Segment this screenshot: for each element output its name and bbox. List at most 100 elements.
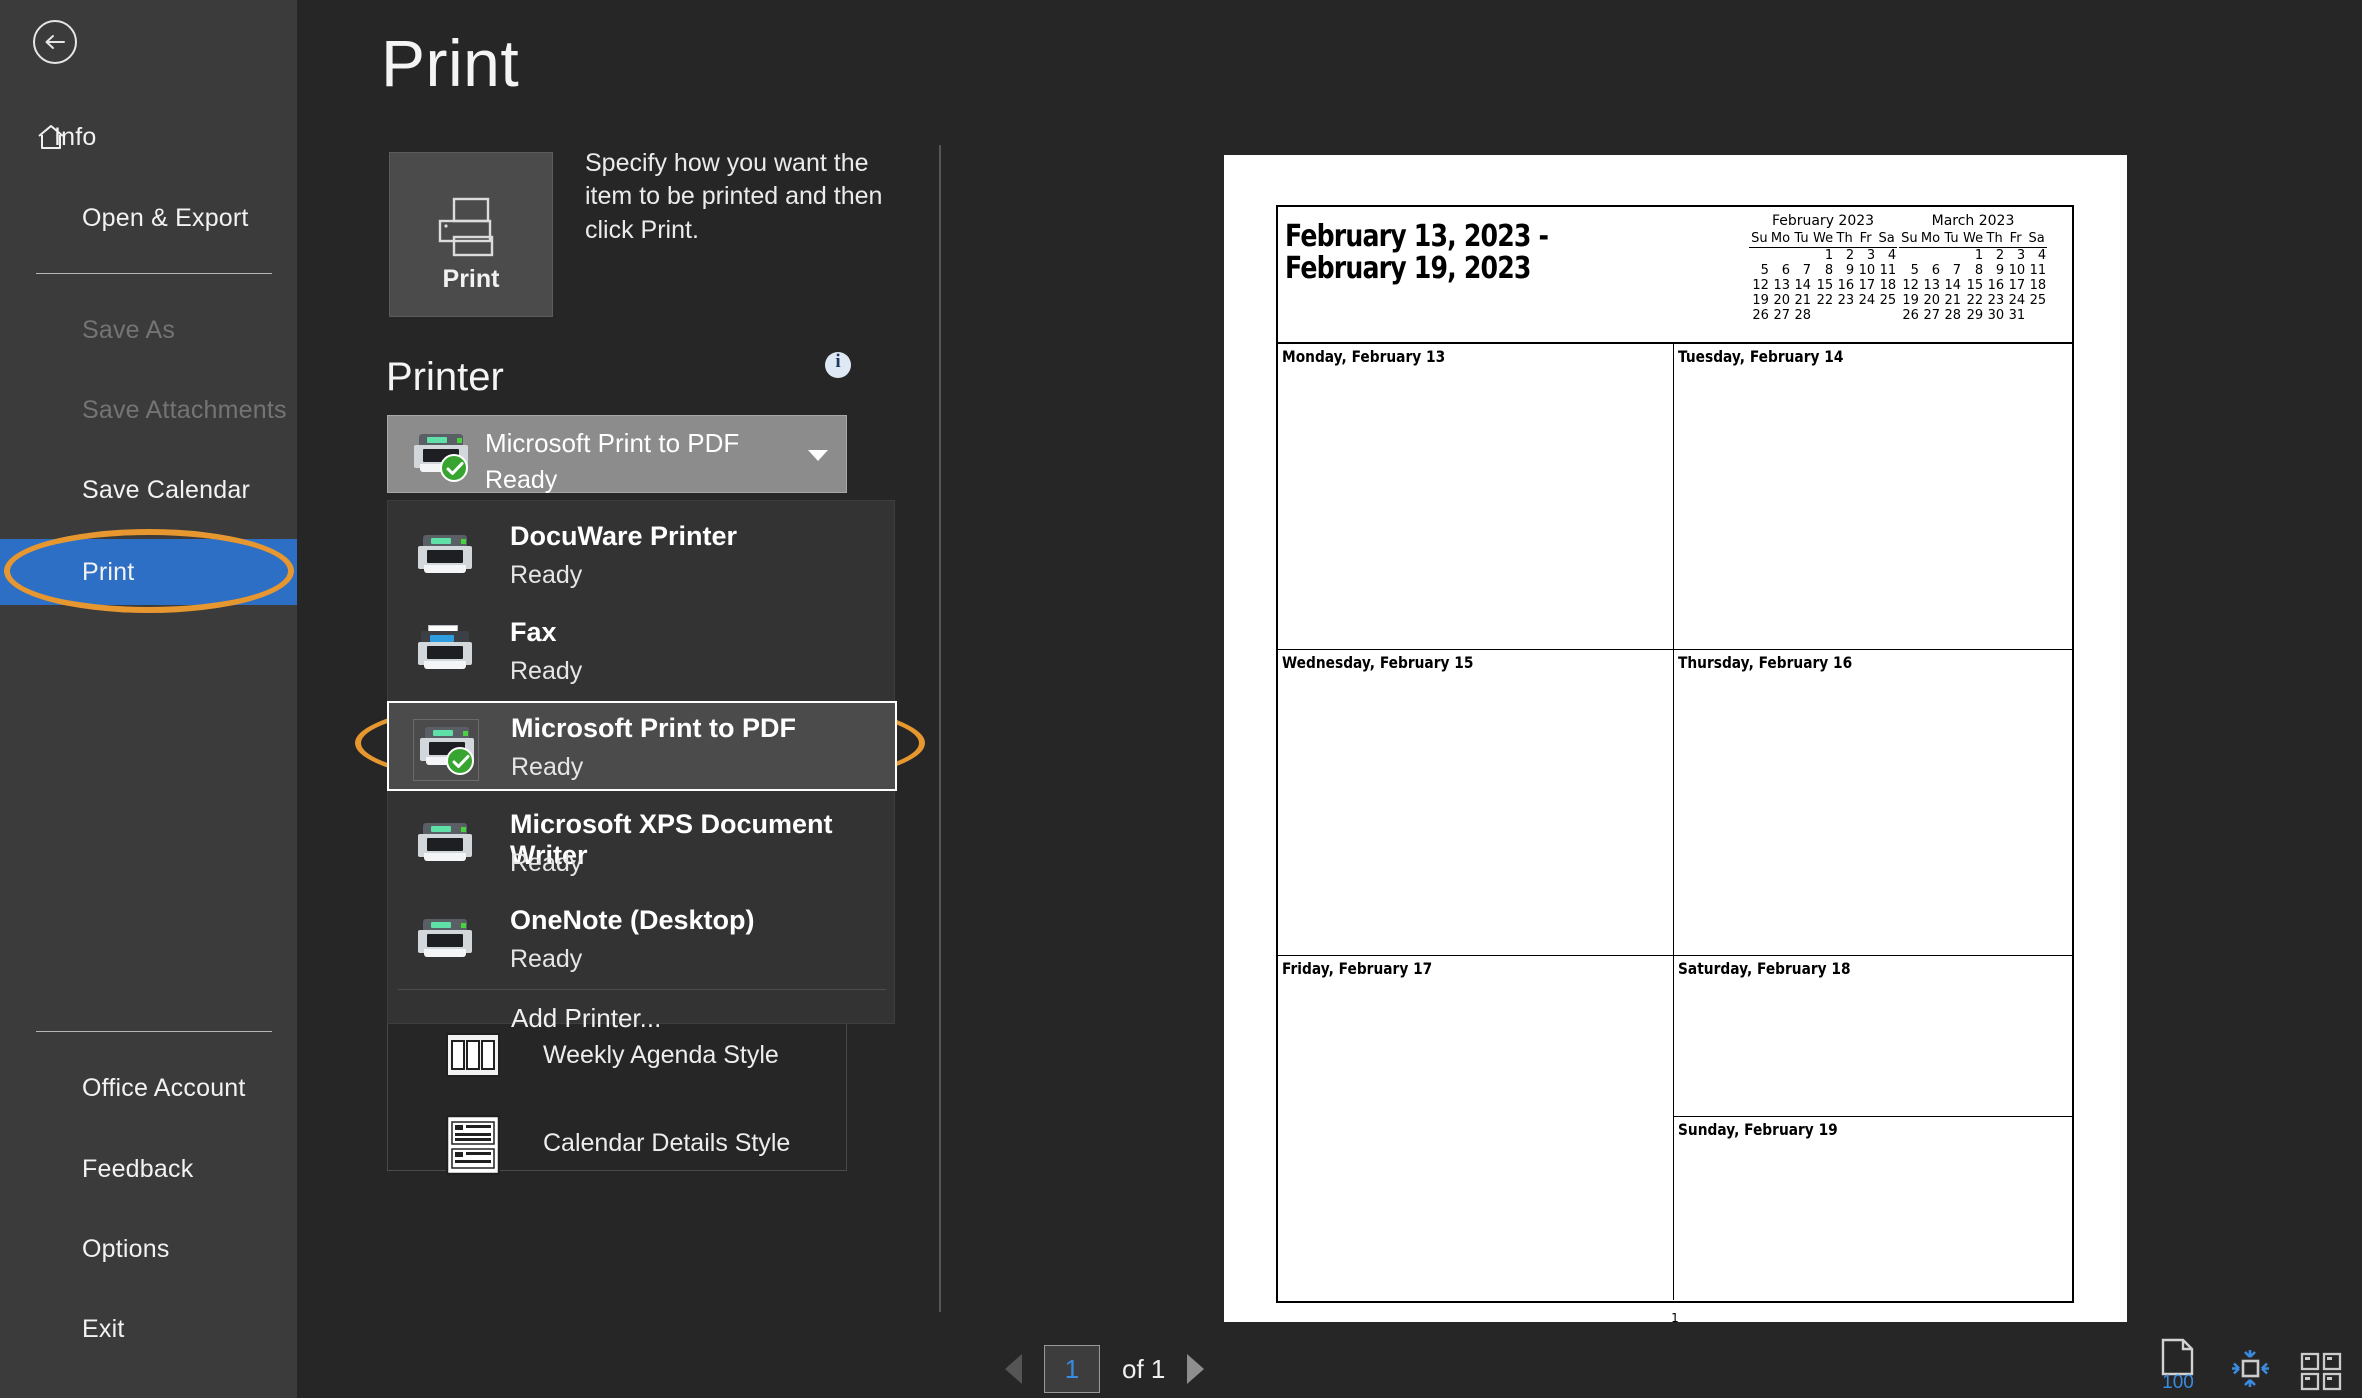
info-icon[interactable]: i bbox=[825, 351, 851, 378]
printer-select[interactable]: Microsoft Print to PDF Ready bbox=[387, 415, 847, 494]
sidebar-item-label: Office Account bbox=[82, 1073, 246, 1102]
default-printer-check-icon bbox=[446, 747, 474, 775]
sidebar-item-exit[interactable]: Exit bbox=[0, 1298, 297, 1360]
printer-status: Ready bbox=[510, 849, 583, 877]
printer-dropdown-item-docuware-printer[interactable]: DocuWare Printer Ready bbox=[388, 509, 896, 605]
print-button[interactable]: Print bbox=[389, 152, 553, 317]
add-printer-menu-item[interactable]: Add Printer... bbox=[388, 990, 896, 1046]
sidebar-item-label: Save Calendar bbox=[82, 475, 250, 504]
calendar-day-cell[interactable]: Wednesday, February 15 bbox=[1278, 650, 1674, 956]
printer-dropdown-item-microsoft-xps-document-writer[interactable]: Microsoft XPS Document Writer Ready bbox=[388, 797, 896, 893]
sidebar-item-info[interactable]: Info bbox=[0, 106, 297, 168]
calendar-printout: February 13, 2023 - February 19, 2023 Fe… bbox=[1276, 205, 2074, 1325]
calendar-day-cell[interactable]: Monday, February 13 bbox=[1278, 344, 1674, 650]
calendar-day-label: Thursday, February 16 bbox=[1678, 653, 1853, 672]
sidebar-item-save-calendar[interactable]: Save Calendar bbox=[0, 459, 297, 521]
sidebar-item-label: Exit bbox=[82, 1314, 125, 1343]
mini-calendar-title: February 2023 bbox=[1771, 213, 1875, 229]
sidebar-item-options[interactable]: Options bbox=[0, 1218, 297, 1280]
sidebar-item-open-export[interactable]: Open & Export bbox=[0, 187, 297, 249]
printer-status: Ready bbox=[510, 561, 583, 589]
back-button[interactable] bbox=[33, 20, 77, 64]
mini-calendar-grid: Su Mo Tu We Th Fr Sa 1234 5 6 7 8 9 10 11 12 13… bbox=[1898, 231, 2048, 323]
sidebar-item-label: Open & Export bbox=[82, 203, 249, 232]
calendar-day-cell[interactable]: Thursday, February 16 bbox=[1674, 650, 2072, 956]
next-page-button[interactable] bbox=[1187, 1354, 1205, 1384]
printer-icon bbox=[418, 535, 472, 579]
printer-icon bbox=[418, 919, 472, 963]
sidebar-item-office-account[interactable]: Office Account bbox=[0, 1057, 297, 1119]
multiple-pages-button[interactable] bbox=[2300, 1352, 2342, 1392]
sidebar-item-label: Print bbox=[82, 557, 135, 586]
pane-divider bbox=[939, 145, 941, 1312]
page-number-input[interactable]: 1 bbox=[1044, 1345, 1100, 1393]
fit-to-page-icon bbox=[2232, 1350, 2269, 1387]
calendar-date-range-line2: February 19, 2023 bbox=[1285, 251, 1531, 287]
mini-calendar-grid: Su Mo Tu We Th Fr Sa 1234 5 6 7 8 9 10 11 12 13… bbox=[1748, 231, 1898, 323]
printer-icon bbox=[420, 727, 474, 775]
printer-name: Fax bbox=[510, 617, 557, 647]
calendar-day-cell[interactable]: Friday, February 17 bbox=[1278, 956, 1674, 1300]
printer-status: Ready bbox=[510, 945, 583, 973]
previous-page-button[interactable] bbox=[1005, 1354, 1022, 1384]
page-navigation: 1 of 1 bbox=[1005, 1345, 1205, 1393]
printer-dropdown-item-microsoft-print-to-pdf[interactable]: Microsoft Print to PDF Ready bbox=[387, 701, 897, 791]
calendar-date-range-line1: February 13, 2023 - bbox=[1285, 219, 1549, 254]
add-printer-label: Add Printer... bbox=[511, 1002, 662, 1033]
calendar-day-label: Friday, February 17 bbox=[1282, 959, 1433, 978]
info-icon-glyph: i bbox=[835, 351, 841, 372]
sidebar-item-label: Feedback bbox=[82, 1154, 194, 1183]
printer-section-heading: Printer bbox=[386, 355, 504, 399]
calendar-day-cell[interactable]: Tuesday, February 14 bbox=[1674, 344, 2072, 650]
calendar-day-cell[interactable]: Saturday, February 18 bbox=[1674, 956, 2072, 1117]
calendar-day-label: Monday, February 13 bbox=[1282, 347, 1446, 366]
sidebar-item-save-attachments: Save Attachments bbox=[0, 379, 297, 441]
calendar-details-style-icon bbox=[446, 1115, 500, 1175]
printer-name: DocuWare Printer bbox=[510, 521, 738, 551]
selected-printer-status: Ready bbox=[485, 466, 558, 494]
calendar-day-label: Saturday, February 18 bbox=[1678, 959, 1851, 978]
sidebar-item-save-as: Save As bbox=[0, 299, 297, 361]
mini-calendar-march: March 2023 Su Mo Tu We Th Fr Sa 1234 5 6… bbox=[1898, 213, 2048, 323]
page-number-value: 1 bbox=[1064, 1353, 1080, 1384]
printer-status: Ready bbox=[511, 753, 584, 781]
sidebar-item-print[interactable]: Print bbox=[0, 539, 297, 605]
printer-name: Microsoft Print to PDF bbox=[511, 713, 796, 743]
printer-icon bbox=[414, 434, 468, 482]
zoom-tools: 100 bbox=[2156, 1338, 2342, 1393]
printer-name: OneNote (Desktop) bbox=[510, 905, 755, 935]
mini-calendar-february: February 2023 Su Mo Tu We Th Fr Sa 123 4… bbox=[1748, 213, 1898, 323]
fit-to-page-button[interactable] bbox=[2226, 1346, 2274, 1392]
multiple-pages-icon bbox=[2300, 1352, 2342, 1391]
sidebar-divider-bottom bbox=[36, 1031, 272, 1032]
actual-size-label: 100 bbox=[2162, 1372, 2194, 1393]
actual-size-button[interactable]: 100 bbox=[2156, 1338, 2200, 1393]
printer-status: Ready bbox=[510, 657, 583, 685]
page-count-label: of 1 bbox=[1122, 1353, 1166, 1384]
home-icon bbox=[38, 125, 64, 149]
print-preview-page[interactable]: February 13, 2023 - February 19, 2023 Fe… bbox=[1224, 155, 2127, 1325]
sidebar-item-label: Save Attachments bbox=[82, 395, 287, 424]
calendar-date-range: February 13, 2023 - February 19, 2023 bbox=[1285, 219, 1549, 287]
calendar-day-label: Tuesday, February 14 bbox=[1678, 347, 1844, 366]
sidebar-item-label: Save As bbox=[82, 315, 176, 344]
printer-dropdown-list: DocuWare Printer Ready Fax Ready Microso… bbox=[387, 500, 897, 1033]
backstage-print-screen: Info Open & Export Save As Save Attachme… bbox=[0, 0, 2362, 1398]
printer-dropdown-item-onenote-desktop[interactable]: OneNote (Desktop) Ready bbox=[388, 893, 896, 989]
printout-page-number: 1 bbox=[1671, 1311, 1679, 1325]
printer-icon bbox=[418, 823, 472, 867]
calendar-day-label: Sunday, February 19 bbox=[1678, 1120, 1838, 1139]
sidebar-item-label: Options bbox=[82, 1234, 170, 1263]
print-style-calendar-details[interactable]: Calendar Details Style bbox=[388, 1099, 846, 1187]
calendar-header: February 13, 2023 - February 19, 2023 Fe… bbox=[1278, 207, 2072, 344]
print-description: Specify how you want the item to be prin… bbox=[585, 149, 883, 244]
backstage-sidebar: Info Open & Export Save As Save Attachme… bbox=[0, 0, 297, 1398]
chevron-down-icon[interactable] bbox=[808, 450, 828, 461]
calendar-day-grid: Monday, February 13 Tuesday, February 14… bbox=[1278, 344, 2072, 1301]
calendar-day-cell[interactable]: Sunday, February 19 bbox=[1674, 1117, 2072, 1300]
sidebar-item-feedback[interactable]: Feedback bbox=[0, 1138, 297, 1200]
print-style-label: Calendar Details Style bbox=[543, 1128, 791, 1157]
printer-icon bbox=[438, 197, 494, 257]
print-button-label: Print bbox=[442, 265, 500, 293]
printer-dropdown-item-fax[interactable]: Fax Ready bbox=[388, 605, 896, 701]
